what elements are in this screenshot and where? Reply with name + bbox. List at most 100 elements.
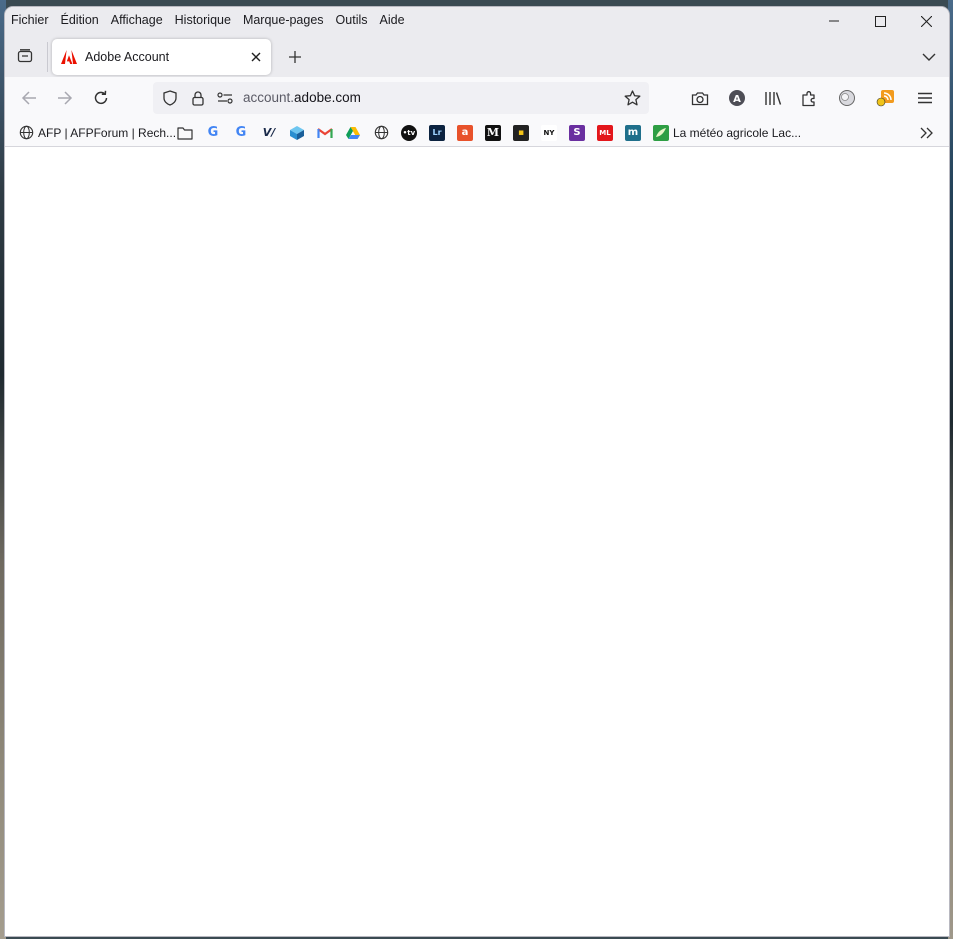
tab-separator: [47, 42, 48, 72]
app-menu-button[interactable]: [913, 86, 937, 110]
bookmark-afp[interactable]: AFP | AFPForum | Rech...: [18, 123, 176, 142]
google-drive-icon: [345, 125, 361, 141]
minimize-icon: [829, 20, 839, 22]
reload-icon: [94, 90, 108, 105]
library-button[interactable]: [761, 86, 785, 110]
vimeo-icon: V/: [262, 126, 276, 139]
bookmark-google-drive[interactable]: [345, 123, 361, 142]
extension-blob-icon: [839, 90, 855, 106]
m-icon: m: [625, 124, 641, 141]
bookmarks-toolbar: AFP | AFPForum | Rech... G G V/ •tv Lr a…: [5, 119, 949, 147]
new-tab-button[interactable]: [283, 45, 307, 69]
arrow-left-icon: [21, 91, 36, 105]
extension-button-2[interactable]: [874, 86, 898, 110]
list-all-tabs-button[interactable]: [917, 45, 941, 69]
url-domain: adobe.com: [294, 90, 361, 105]
tab-title: Adobe Account: [85, 50, 170, 64]
bookmark-le-monde[interactable]: M: [485, 123, 501, 142]
bookmark-google-1[interactable]: G: [205, 123, 221, 142]
menu-aide[interactable]: Aide: [379, 11, 411, 29]
forward-button[interactable]: [52, 86, 78, 110]
tab-strip: Adobe Account: [5, 37, 949, 77]
maximize-button[interactable]: [857, 7, 903, 35]
menu-marque-pages[interactable]: Marque-pages: [242, 11, 330, 29]
adobe-logo-icon: [61, 49, 77, 65]
permissions-icon[interactable]: [216, 90, 234, 106]
menu-edition[interactable]: Édition: [60, 11, 105, 29]
tab-manager-button[interactable]: [14, 45, 36, 67]
news-icon: NY: [541, 124, 557, 141]
close-window-button[interactable]: [903, 7, 949, 35]
folder-icon: [177, 125, 193, 141]
chevron-down-icon: [922, 53, 936, 61]
tab-close-button[interactable]: [244, 45, 268, 69]
minimize-button[interactable]: [811, 7, 857, 35]
maximize-icon: [874, 15, 886, 27]
bookmark-lightroom[interactable]: Lr: [429, 123, 445, 142]
double-chevron-right-icon: [920, 127, 933, 138]
reload-button[interactable]: [88, 86, 114, 110]
bookmarks-overflow-button[interactable]: [920, 123, 934, 142]
globe-icon: [373, 125, 389, 141]
bookmark-news[interactable]: NY: [541, 123, 557, 142]
close-icon: [251, 52, 261, 62]
bookmark-label: AFP | AFPForum | Rech...: [38, 125, 177, 140]
browser-window: Fichier Édition Affichage Historique Mar…: [5, 7, 949, 936]
google-icon: G: [235, 125, 247, 140]
google-icon: G: [207, 125, 219, 140]
bookmark-star-icon[interactable]: [623, 90, 641, 106]
navigation-toolbar: account.adobe.com A: [5, 77, 949, 119]
extensions-button[interactable]: [797, 86, 821, 110]
lightroom-icon: Lr: [429, 124, 445, 141]
camera-icon: [691, 91, 709, 105]
puzzle-icon: [801, 90, 815, 106]
bookmark-google-2[interactable]: G: [233, 123, 249, 142]
bookmark-m[interactable]: m: [625, 123, 641, 142]
bookmark-ml[interactable]: ML: [597, 123, 613, 142]
globe-icon: [18, 125, 34, 141]
url-text[interactable]: account.adobe.com: [243, 90, 361, 105]
meteo-icon: [653, 124, 669, 141]
menu-affichage[interactable]: Affichage: [110, 11, 169, 29]
close-icon: [920, 15, 932, 27]
plus-icon: [289, 51, 301, 63]
bookmark-vimeo[interactable]: V/: [261, 123, 277, 142]
bookmark-cube[interactable]: [289, 123, 305, 142]
menu-bar: Fichier Édition Affichage Historique Mar…: [10, 11, 416, 29]
title-bar: Fichier Édition Affichage Historique Mar…: [5, 7, 949, 77]
svg-text:A: A: [733, 94, 741, 105]
bookmark-orange-app[interactable]: a: [457, 123, 473, 142]
cube-icon: [289, 125, 305, 141]
bookmark-folder[interactable]: [177, 123, 193, 142]
hamburger-menu-icon: [918, 92, 932, 104]
bookmark-meteo-agricole[interactable]: La météo agricole Lac...: [653, 123, 801, 142]
arrow-right-icon: [58, 91, 73, 105]
tv-icon: •tv: [401, 124, 417, 141]
bookmark-label: La météo agricole Lac...: [673, 125, 802, 140]
tab-adobe-account[interactable]: Adobe Account: [52, 39, 271, 75]
bookmark-gmail[interactable]: [317, 123, 333, 142]
shield-icon[interactable]: [161, 90, 179, 106]
url-subdomain: account.: [243, 90, 295, 105]
rss-badge-icon: [876, 90, 894, 107]
screenshot-button[interactable]: [688, 86, 712, 110]
dark-app-icon: ▪: [513, 124, 529, 141]
bookmark-tv[interactable]: •tv: [401, 123, 417, 142]
account-button[interactable]: A: [725, 86, 749, 110]
bookmark-dark-app[interactable]: ▪: [513, 123, 529, 142]
bookmark-purple-app[interactable]: S: [569, 123, 585, 142]
tab-manager-icon: [17, 49, 33, 63]
app-icon-orange: a: [457, 124, 473, 141]
url-bar[interactable]: account.adobe.com: [153, 82, 649, 114]
bookmark-globe[interactable]: [373, 123, 389, 142]
ml-icon: ML: [597, 124, 613, 141]
back-button[interactable]: [16, 86, 42, 110]
menu-outils[interactable]: Outils: [335, 11, 374, 29]
le-monde-icon: M: [485, 124, 501, 141]
menu-historique[interactable]: Historique: [174, 11, 237, 29]
extension-button-1[interactable]: [835, 86, 859, 110]
lock-icon[interactable]: [189, 90, 207, 106]
menu-fichier[interactable]: Fichier: [10, 11, 55, 29]
library-icon: [765, 92, 782, 105]
account-avatar-icon: A: [729, 90, 745, 106]
